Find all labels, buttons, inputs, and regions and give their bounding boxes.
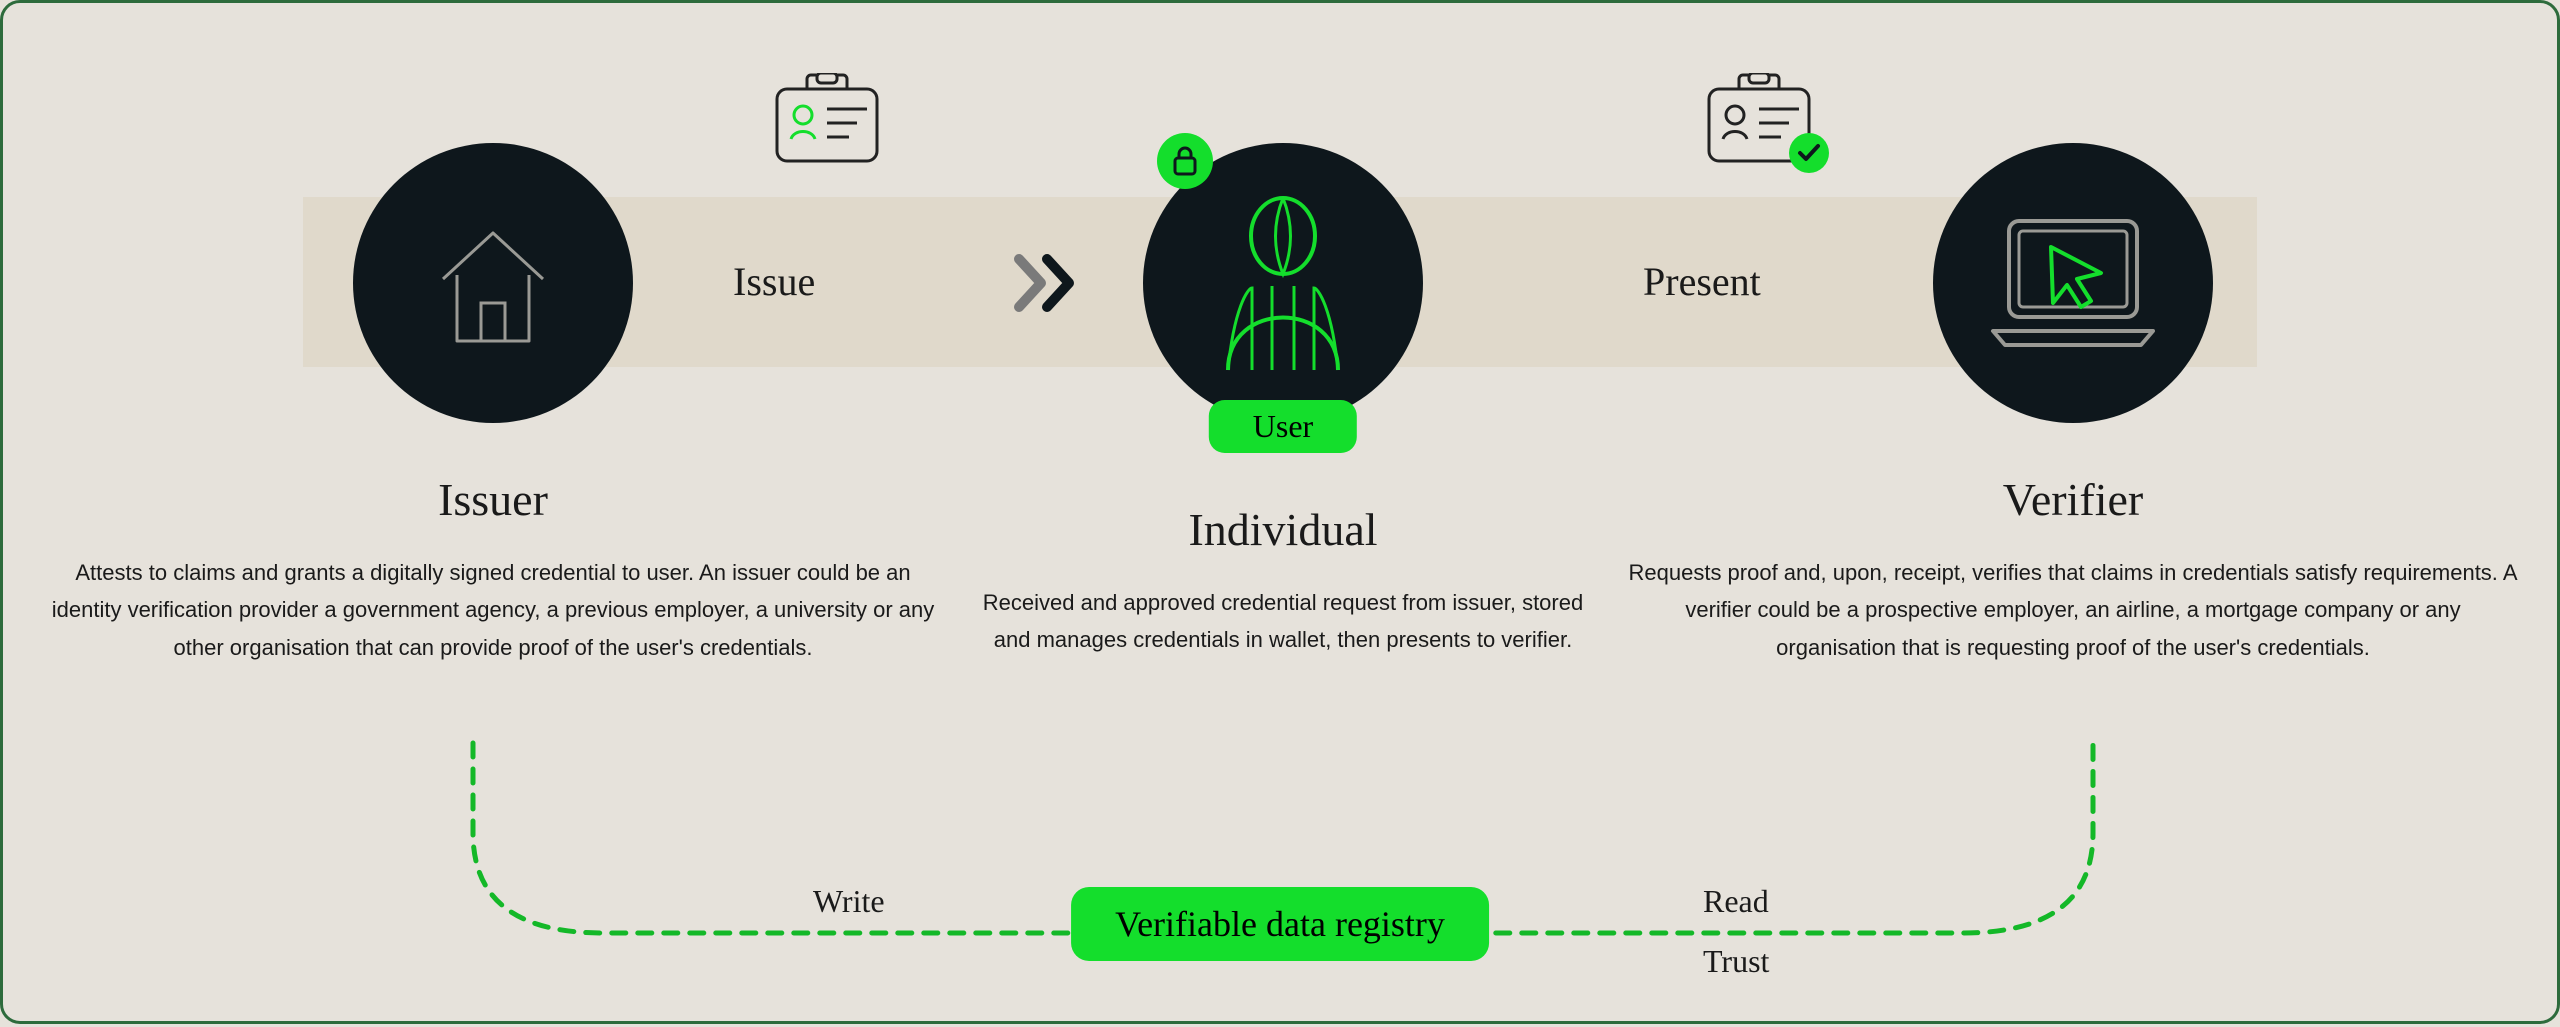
- verifier-title: Verifier: [2003, 473, 2143, 526]
- laptop-cursor-icon: [1973, 203, 2173, 363]
- verifier-description: Requests proof and, upon, receipt, verif…: [1623, 554, 2523, 666]
- issuer-title: Issuer: [438, 473, 548, 526]
- lock-badge-icon: [1157, 133, 1213, 189]
- read-label: Read: [1703, 883, 1769, 920]
- individual-circle: User: [1143, 143, 1423, 423]
- registry-chip: Verifiable data registry: [1071, 887, 1489, 961]
- user-chip: User: [1209, 400, 1357, 453]
- issuer-circle: [353, 143, 633, 423]
- write-label: Write: [813, 883, 885, 920]
- individual-title: Individual: [1188, 503, 1377, 556]
- house-icon: [413, 203, 573, 363]
- issuer-description: Attests to claims and grants a digitally…: [43, 554, 943, 666]
- individual-node: User Individual Received and approved cr…: [833, 143, 1733, 659]
- issuer-node: Issuer Attests to claims and grants a di…: [43, 143, 943, 666]
- verifier-circle: [1933, 143, 2213, 423]
- verifier-node: Verifier Requests proof and, upon, recei…: [1623, 143, 2523, 666]
- trust-label: Trust: [1703, 943, 1769, 980]
- individual-description: Received and approved credential request…: [973, 584, 1593, 659]
- person-icon: [1198, 188, 1368, 378]
